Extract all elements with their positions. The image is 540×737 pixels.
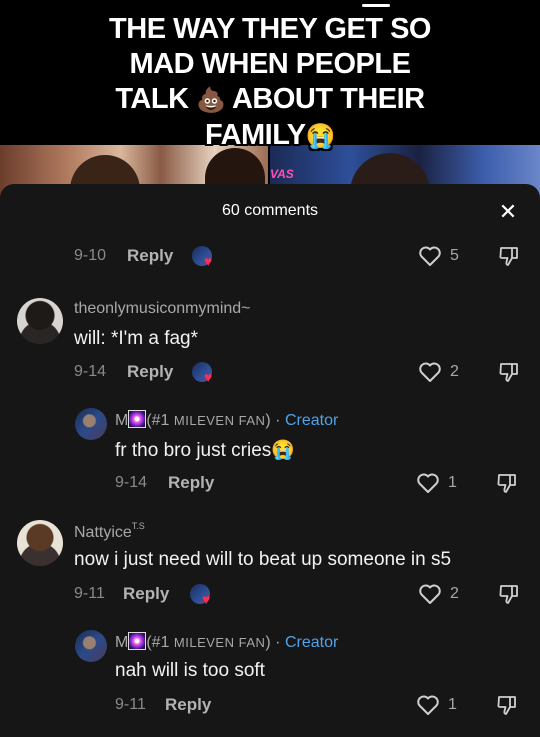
creator-liked-icon: ♥ <box>192 246 218 268</box>
caption-word: ABOUT THEIR <box>231 83 425 115</box>
separator-dot: · <box>275 412 281 429</box>
creator-liked-icon: ♥ <box>192 362 218 384</box>
video-background: VAS THE WAY THEY GET SO MAD WHEN PEOPLE … <box>0 0 540 200</box>
comment-text: nah will is too soft <box>115 660 265 681</box>
comment-text: now i just need will to beat up someone … <box>74 549 452 570</box>
comments-count-title: 60 comments <box>221 202 319 219</box>
heart-icon <box>417 473 439 493</box>
comment-username[interactable]: theonlymusiconmymind~ <box>74 300 251 318</box>
comment-text: fr tho bro just cries😭 <box>115 438 295 462</box>
username-part: (#1 <box>146 634 174 651</box>
sparkle-flair-icon <box>128 632 147 650</box>
like-count: 1 <box>448 696 457 713</box>
like-button[interactable]: 2 <box>418 581 468 607</box>
like-count: 1 <box>448 474 457 491</box>
comment-date: 9-14 <box>74 363 107 380</box>
video-caption: THE WAY THEY GET SO MAD WHEN PEOPLE TALK… <box>0 12 540 154</box>
avatar[interactable] <box>75 408 107 440</box>
comment-username[interactable]: NattyiceT.S <box>74 521 145 542</box>
username-part: ) <box>265 412 271 429</box>
neon-sign-text: VAS <box>270 167 294 181</box>
like-button[interactable]: 1 <box>416 470 466 496</box>
caption-line: THE WAY THEY GET SO <box>109 13 431 45</box>
caption-word: TALK <box>115 83 189 115</box>
caption-line: TALK 💩 ABOUT THEIR <box>0 82 540 118</box>
username-part: (#1 <box>146 412 174 429</box>
caption-word: FAMILY <box>204 119 306 151</box>
creator-badge: Creator <box>284 412 339 429</box>
heart-icon <box>419 246 441 266</box>
like-button[interactable]: 1 <box>416 692 466 718</box>
progress-indicator <box>362 4 390 7</box>
caption-line: MAD WHEN PEOPLE <box>129 48 411 80</box>
thumbs-down-icon <box>499 247 518 266</box>
dislike-button[interactable] <box>497 244 523 270</box>
username-part: MILEVEN FAN <box>173 413 266 428</box>
crying-emoji-icon: 😭 <box>305 123 336 150</box>
thumbs-down-icon <box>499 585 518 604</box>
creator-badge: Creator <box>284 634 339 651</box>
like-count: 5 <box>450 247 459 264</box>
avatar[interactable] <box>75 630 107 662</box>
username-part: M <box>115 634 129 651</box>
username-text: Nattyice <box>74 524 132 541</box>
sparkle-flair-icon <box>128 410 147 428</box>
reply-text: fr tho bro just cries <box>115 440 272 461</box>
heart-icon <box>419 584 441 604</box>
heart-icon <box>419 362 441 382</box>
dislike-button[interactable] <box>497 360 523 386</box>
comment-text: will: *I'm a fag* <box>74 328 199 349</box>
avatar[interactable] <box>17 520 63 566</box>
reply-button[interactable]: Reply <box>123 584 169 604</box>
thumbs-down-icon <box>499 363 518 382</box>
comment-date: 9-11 <box>74 585 105 602</box>
heart-icon <box>417 695 439 715</box>
username-superscript: T.S <box>131 521 145 531</box>
poop-emoji-icon: 💩 <box>196 87 226 114</box>
close-icon[interactable]: ✕ <box>494 200 522 224</box>
creator-liked-icon: ♥ <box>190 584 216 606</box>
thumbs-down-icon <box>497 696 516 715</box>
reply-button[interactable]: Reply <box>127 246 173 266</box>
separator-dot: · <box>275 634 281 651</box>
reply-button[interactable]: Reply <box>127 362 173 382</box>
reply-button[interactable]: Reply <box>165 695 211 715</box>
like-button[interactable]: 2 <box>418 359 468 385</box>
reply-button[interactable]: Reply <box>168 473 214 493</box>
reply-username[interactable]: M (#1 MILEVEN FAN) · Creator <box>115 410 338 430</box>
like-count: 2 <box>450 585 459 602</box>
crying-emoji-icon: 😭 <box>271 440 295 461</box>
username-part: ) <box>265 634 271 651</box>
like-button[interactable]: 5 <box>418 243 468 269</box>
username-part: MILEVEN FAN <box>173 635 266 650</box>
like-count: 2 <box>450 363 459 380</box>
comment-date: 9-10 <box>74 247 107 264</box>
reply-username[interactable]: M (#1 MILEVEN FAN) · Creator <box>115 632 338 652</box>
comment-date: 9-11 <box>115 696 146 713</box>
dislike-button[interactable] <box>497 582 523 608</box>
comment-date: 9-14 <box>115 474 148 491</box>
thumbs-down-icon <box>497 474 516 493</box>
dislike-button[interactable] <box>495 471 521 497</box>
username-part: M <box>115 412 129 429</box>
avatar[interactable] <box>17 298 63 344</box>
dislike-button[interactable] <box>495 693 521 719</box>
caption-line: FAMILY😭 <box>0 118 540 154</box>
